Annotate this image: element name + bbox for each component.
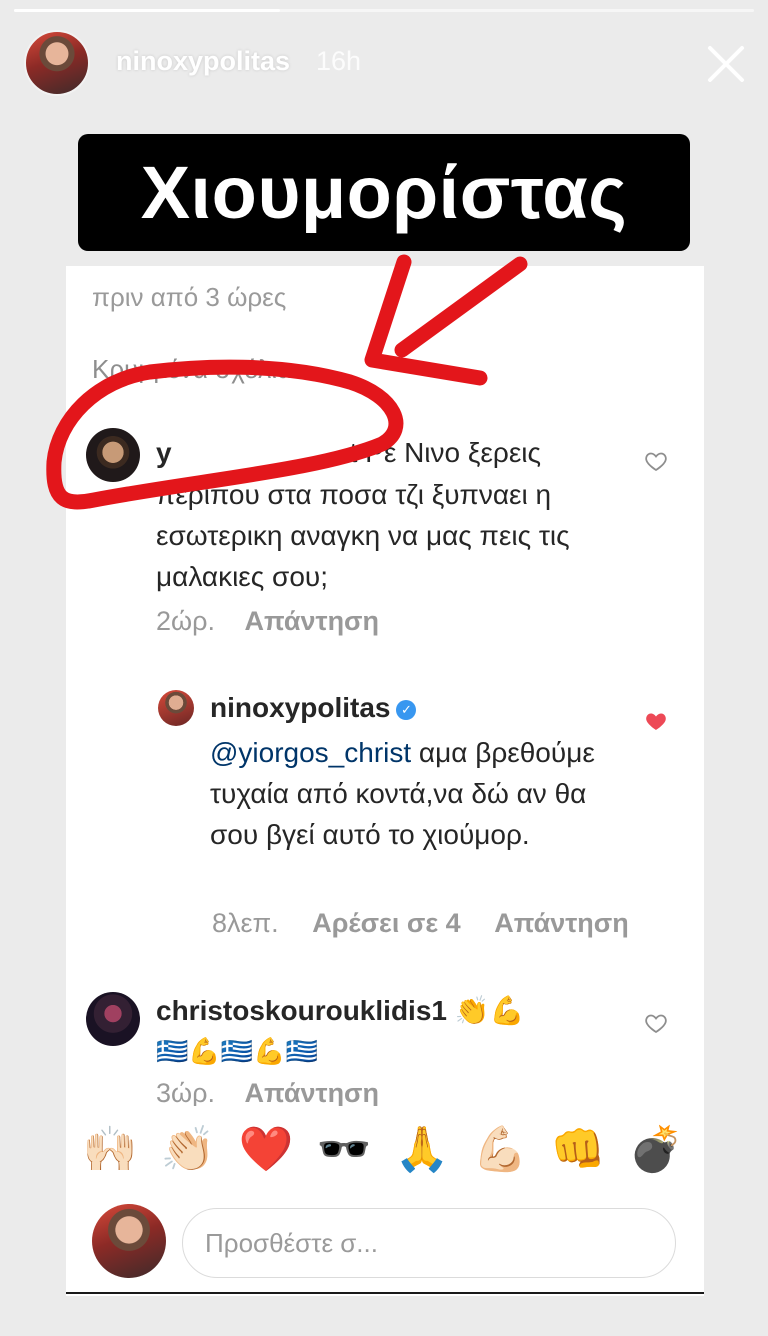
- raised-hands-emoji[interactable]: 🙌🏻: [80, 1120, 140, 1180]
- comment-emoji-line: 🇬🇷💪🇬🇷💪🇬🇷: [156, 1036, 318, 1066]
- heart-filled-icon[interactable]: [644, 709, 668, 733]
- commenter-avatar[interactable]: [86, 992, 140, 1046]
- reply-text: @yiorgos_christ αμα βρεθούμε τυχαία από …: [210, 732, 640, 855]
- heart-outline-icon[interactable]: [644, 1011, 668, 1035]
- reply-button[interactable]: Απάντηση: [244, 1078, 379, 1106]
- post-time-ago: πριν από 3 ώρες: [92, 282, 287, 312]
- reply-header: ninoxypolitas ✓: [210, 692, 417, 724]
- heart-outline-icon[interactable]: [644, 449, 668, 473]
- comment-input[interactable]: [182, 1208, 676, 1278]
- sunglasses-emoji[interactable]: 🕶️: [314, 1120, 374, 1180]
- comment-first-line: christoskourouklidis1 👏💪: [156, 994, 524, 1027]
- comment-text-start: t Ρε Νινο ξερεις: [349, 437, 542, 468]
- hidden-comments-toggle[interactable]: Κρυμμένα σχόλια ⌄: [92, 354, 316, 385]
- commenter-avatar[interactable]: [86, 428, 140, 482]
- chevron-down-icon: ⌄: [299, 361, 316, 383]
- reply-time: 8λεπ.: [212, 908, 279, 938]
- fist-emoji[interactable]: 👊: [548, 1120, 608, 1180]
- comment-username[interactable]: y: [156, 437, 172, 468]
- mention-link[interactable]: @yiorgos_christ: [210, 737, 411, 768]
- comment-time: 2ώρ.: [156, 606, 215, 636]
- comment-username[interactable]: christoskourouklidis1: [156, 995, 447, 1026]
- comment-emojis: 👏💪: [454, 995, 525, 1026]
- story-timestamp: 16h: [316, 46, 362, 76]
- clapping-emoji[interactable]: 👏🏻: [158, 1120, 218, 1180]
- close-icon: [708, 46, 744, 82]
- folded-hands-emoji[interactable]: 🙏: [392, 1120, 452, 1180]
- story-username[interactable]: ninoxypolitas: [116, 46, 290, 77]
- comment-time: 3ώρ.: [156, 1078, 215, 1106]
- close-button[interactable]: [702, 40, 750, 88]
- story-progress-bar: [14, 9, 754, 12]
- reply-username[interactable]: ninoxypolitas: [210, 692, 390, 723]
- composer-avatar: [92, 1204, 166, 1278]
- reply-meta: 8λεπ. Αρέσει σε 4 Απάντηση: [212, 908, 629, 939]
- comment-meta: 2ώρ. Απάντηση: [156, 606, 379, 637]
- hidden-comments-label: Κρυμμένα σχόλια: [92, 354, 292, 384]
- reply-avatar[interactable]: [158, 690, 194, 726]
- caption-text: Χιουμορίστας: [140, 151, 628, 234]
- red-heart-emoji[interactable]: ❤️: [236, 1120, 296, 1180]
- bomb-emoji[interactable]: 💣: [626, 1120, 686, 1180]
- reply-button[interactable]: Απάντηση: [244, 606, 379, 636]
- verified-badge-icon: ✓: [396, 699, 417, 720]
- comment-meta: 3ώρ. Απάντηση: [156, 1078, 379, 1106]
- story-avatar[interactable]: [24, 30, 90, 96]
- likes-count-link[interactable]: Αρέσει σε 4: [312, 908, 460, 938]
- comment-first-line: y t Ρε Νινο ξερεις: [156, 432, 541, 473]
- reply-button[interactable]: Απάντηση: [494, 908, 629, 938]
- card-bottom-divider: [66, 1292, 704, 1294]
- flexed-biceps-emoji[interactable]: 💪🏻: [470, 1120, 530, 1180]
- story-progress-fill: [14, 9, 281, 12]
- comment-text: περιπου στα ποσα τζι ξυπναει η εσωτερικη…: [156, 479, 570, 592]
